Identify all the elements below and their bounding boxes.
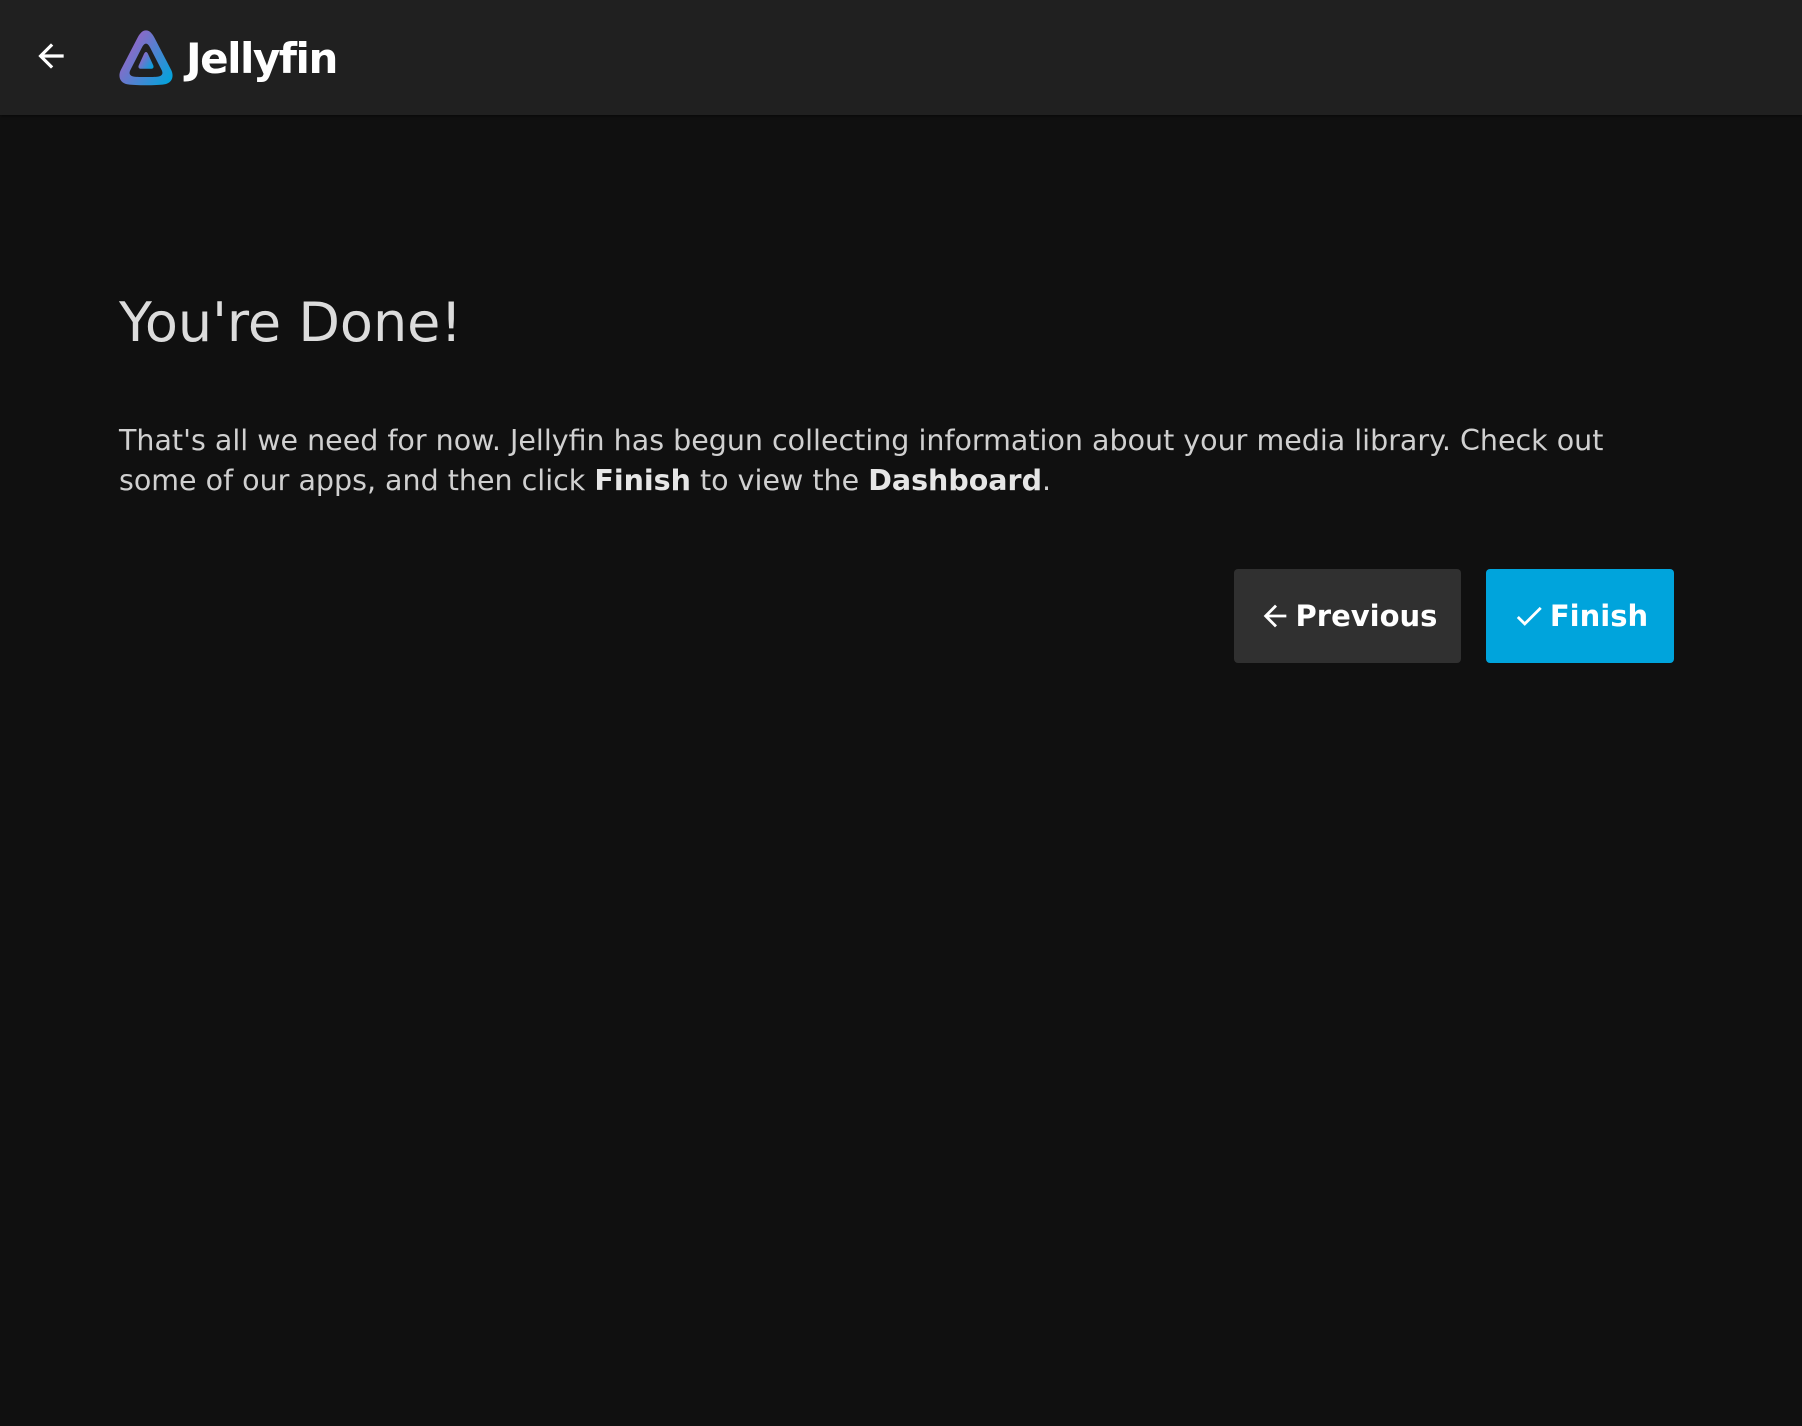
jellyfin-logo-icon [119,30,173,86]
intro-text-part: to view the [690,464,869,497]
intro-text: That's all we need for now. Jellyfin has… [119,421,1679,501]
check-icon [1516,606,1542,626]
wizard-buttons: Previous Finish [119,569,1674,663]
finish-button-label: Finish [1549,599,1649,633]
arrow-left-icon [1263,604,1286,628]
previous-button[interactable]: Previous [1234,569,1461,663]
brand-name: Jellyfin [186,33,338,83]
previous-button-label: Previous [1295,599,1438,633]
intro-text-part: . [1042,464,1052,497]
brand-logo[interactable]: Jellyfin [116,26,338,90]
intro-finish-bold: Finish [594,464,691,497]
app-header: Jellyfin [0,0,1802,115]
intro-dashboard-bold: Dashboard [868,464,1042,497]
finish-button[interactable]: Finish [1486,569,1674,663]
back-button[interactable] [22,27,80,85]
arrow-left-icon [38,43,64,69]
page-title: You're Done! [119,291,463,354]
